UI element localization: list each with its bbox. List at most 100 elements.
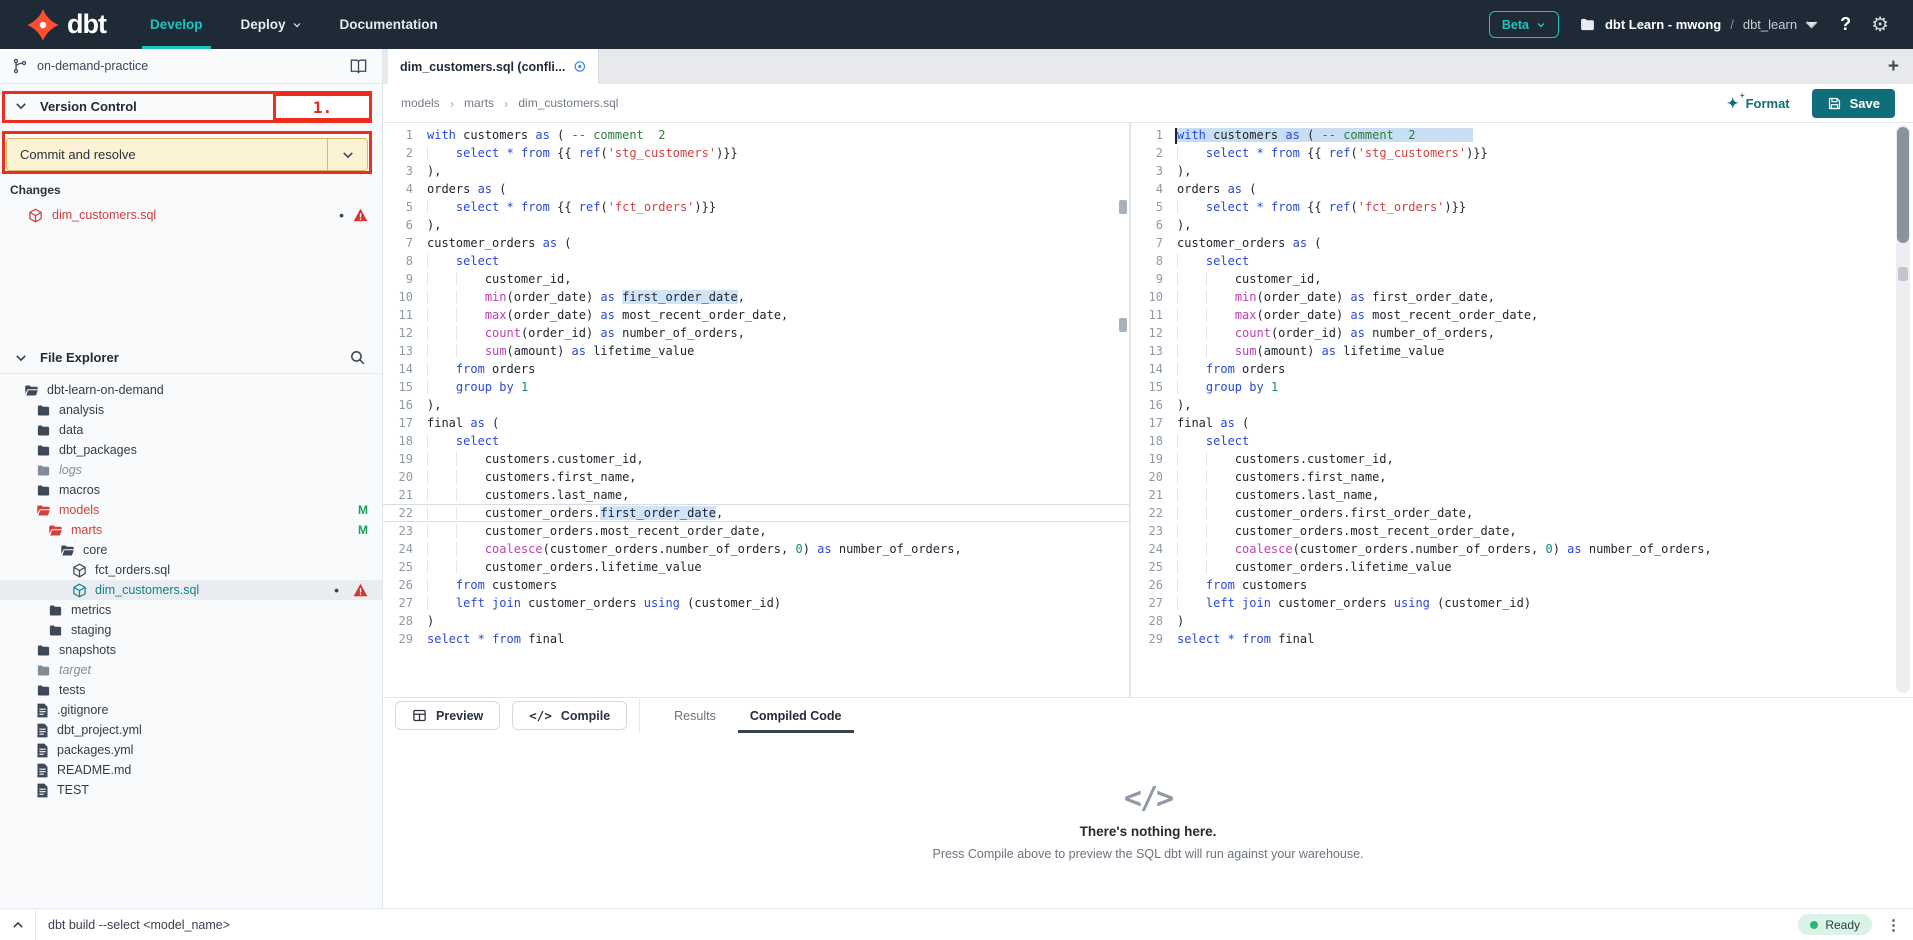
code-line[interactable]: 3), [1133, 162, 1913, 180]
code-line[interactable]: 14 from orders [383, 360, 1129, 378]
beta-toggle[interactable]: Beta [1489, 11, 1559, 38]
account-name[interactable]: dbt Learn - mwong [1605, 17, 1721, 32]
code-line[interactable]: 22 customer_orders.first_order_date, [383, 504, 1129, 522]
settings-gear-icon[interactable]: ⚙ [1871, 15, 1889, 35]
editor-tab[interactable]: dim_customers.sql (confli... [388, 49, 599, 84]
nav-documentation[interactable]: Documentation [340, 0, 438, 49]
code-line[interactable]: 23 customer_orders.most_recent_order_dat… [383, 522, 1129, 540]
code-line[interactable]: 11 max(order_date) as most_recent_order_… [383, 306, 1129, 324]
new-tab-button[interactable]: + [1888, 56, 1913, 78]
breadcrumb-marts[interactable]: marts [464, 96, 494, 110]
tree-item[interactable]: dbt-learn-on-demand [0, 380, 382, 400]
code-line[interactable]: 1with customers as ( -- comment 2 [1133, 126, 1913, 144]
code-line[interactable]: 3), [383, 162, 1129, 180]
collapse-chevron-up-icon[interactable] [0, 909, 36, 940]
code-line[interactable]: 8 select [383, 252, 1129, 270]
code-line[interactable]: 7customer_orders as ( [1133, 234, 1913, 252]
code-line[interactable]: 9 customer_id, [1133, 270, 1913, 288]
code-line[interactable]: 16), [1133, 396, 1913, 414]
code-line[interactable]: 4orders as ( [383, 180, 1129, 198]
code-line[interactable]: 24 coalesce(customer_orders.number_of_or… [1133, 540, 1913, 558]
code-line[interactable]: 12 count(order_id) as number_of_orders, [383, 324, 1129, 342]
compile-button[interactable]: </> Compile [512, 701, 627, 730]
editor-pane-local[interactable]: 1with customers as ( -- comment 22 selec… [383, 123, 1131, 697]
code-line[interactable]: 13 sum(amount) as lifetime_value [1133, 342, 1913, 360]
code-line[interactable]: 28) [1133, 612, 1913, 630]
code-line[interactable]: 5 select * from {{ ref('fct_orders')}} [1133, 198, 1913, 216]
code-line[interactable]: 27 left join customer_orders using (cust… [383, 594, 1129, 612]
tree-item[interactable]: modelsM [0, 500, 382, 520]
tree-item[interactable]: core [0, 540, 382, 560]
tree-item[interactable]: logs [0, 460, 382, 480]
tree-item[interactable]: snapshots [0, 640, 382, 660]
code-line[interactable]: 28) [383, 612, 1129, 630]
code-line[interactable]: 9 customer_id, [383, 270, 1129, 288]
code-line[interactable]: 18 select [383, 432, 1129, 450]
kebab-menu-icon[interactable]: ⋮ [1886, 916, 1901, 934]
code-line[interactable]: 22 customer_orders.first_order_date, [1133, 504, 1913, 522]
code-line[interactable]: 17final as ( [1133, 414, 1913, 432]
code-line[interactable]: 21 customers.last_name, [1133, 486, 1913, 504]
tab-compiled-code[interactable]: Compiled Code [750, 698, 842, 733]
code-line[interactable]: 13 sum(amount) as lifetime_value [383, 342, 1129, 360]
tree-item[interactable]: .gitignore [0, 700, 382, 720]
project-selector[interactable]: dbt_learn [1743, 16, 1820, 33]
code-line[interactable]: 12 count(order_id) as number_of_orders, [1133, 324, 1913, 342]
code-line[interactable]: 10 min(order_date) as first_order_date, [383, 288, 1129, 306]
save-button[interactable]: Save [1812, 89, 1895, 118]
code-line[interactable]: 7customer_orders as ( [383, 234, 1129, 252]
scrollbar-mark[interactable] [1119, 200, 1127, 214]
nav-develop[interactable]: Develop [150, 0, 203, 49]
code-line[interactable]: 20 customers.first_name, [1133, 468, 1913, 486]
editor-pane-remote[interactable]: 1with customers as ( -- comment 22 selec… [1133, 123, 1913, 697]
tree-item[interactable]: dbt_project.yml [0, 720, 382, 740]
tree-item[interactable]: tests [0, 680, 382, 700]
nav-deploy[interactable]: Deploy [241, 0, 302, 49]
commit-dropdown-caret[interactable] [327, 139, 367, 170]
docs-book-icon[interactable] [349, 57, 368, 76]
code-line[interactable]: 6), [1133, 216, 1913, 234]
branch-name[interactable]: on-demand-practice [37, 59, 340, 73]
file-explorer-header[interactable]: File Explorer [0, 342, 382, 374]
code-line[interactable]: 29select * from final [1133, 630, 1913, 648]
code-line[interactable]: 4orders as ( [1133, 180, 1913, 198]
command-input[interactable]: dbt build --select <model_name> [48, 918, 1798, 932]
code-line[interactable]: 11 max(order_date) as most_recent_order_… [1133, 306, 1913, 324]
code-line[interactable]: 25 customer_orders.lifetime_value [383, 558, 1129, 576]
tree-item[interactable]: README.md [0, 760, 382, 780]
tree-item[interactable]: staging [0, 620, 382, 640]
code-line[interactable]: 2 select * from {{ ref('stg_customers')}… [1133, 144, 1913, 162]
tree-item[interactable]: target [0, 660, 382, 680]
tree-item[interactable]: martsM [0, 520, 382, 540]
scrollbar-thumb[interactable] [1897, 127, 1909, 243]
code-line[interactable]: 29select * from final [383, 630, 1129, 648]
help-icon[interactable]: ? [1840, 14, 1851, 35]
code-line[interactable]: 16), [383, 396, 1129, 414]
tree-item[interactable]: fct_orders.sql [0, 560, 382, 580]
code-line[interactable]: 2 select * from {{ ref('stg_customers')}… [383, 144, 1129, 162]
code-line[interactable]: 26 from customers [383, 576, 1129, 594]
breadcrumb-models[interactable]: models [401, 96, 440, 110]
code-line[interactable]: 8 select [1133, 252, 1913, 270]
tree-item[interactable]: metrics [0, 600, 382, 620]
scrollbar-mark[interactable] [1119, 318, 1127, 332]
code-line[interactable]: 15 group by 1 [383, 378, 1129, 396]
code-line[interactable]: 5 select * from {{ ref('fct_orders')}} [383, 198, 1129, 216]
code-line[interactable]: 14 from orders [1133, 360, 1913, 378]
tree-item[interactable]: data [0, 420, 382, 440]
code-line[interactable]: 1with customers as ( -- comment 2 [383, 126, 1129, 144]
format-button[interactable]: ✦+ Format [1727, 95, 1790, 112]
tree-item[interactable]: TEST [0, 780, 382, 800]
code-line[interactable]: 15 group by 1 [1133, 378, 1913, 396]
code-line[interactable]: 17final as ( [383, 414, 1129, 432]
code-line[interactable]: 10 min(order_date) as first_order_date, [1133, 288, 1913, 306]
commit-and-resolve-button[interactable]: Commit and resolve [6, 138, 368, 171]
code-line[interactable]: 26 from customers [1133, 576, 1913, 594]
code-line[interactable]: 23 customer_orders.most_recent_order_dat… [1133, 522, 1913, 540]
search-icon[interactable] [349, 349, 366, 366]
code-line[interactable]: 19 customers.customer_id, [383, 450, 1129, 468]
changed-file-row[interactable]: dim_customers.sql • [0, 202, 382, 228]
tab-results[interactable]: Results [674, 698, 716, 733]
tree-item[interactable]: dim_customers.sql• [0, 580, 382, 600]
vertical-scrollbar[interactable] [1896, 125, 1910, 693]
